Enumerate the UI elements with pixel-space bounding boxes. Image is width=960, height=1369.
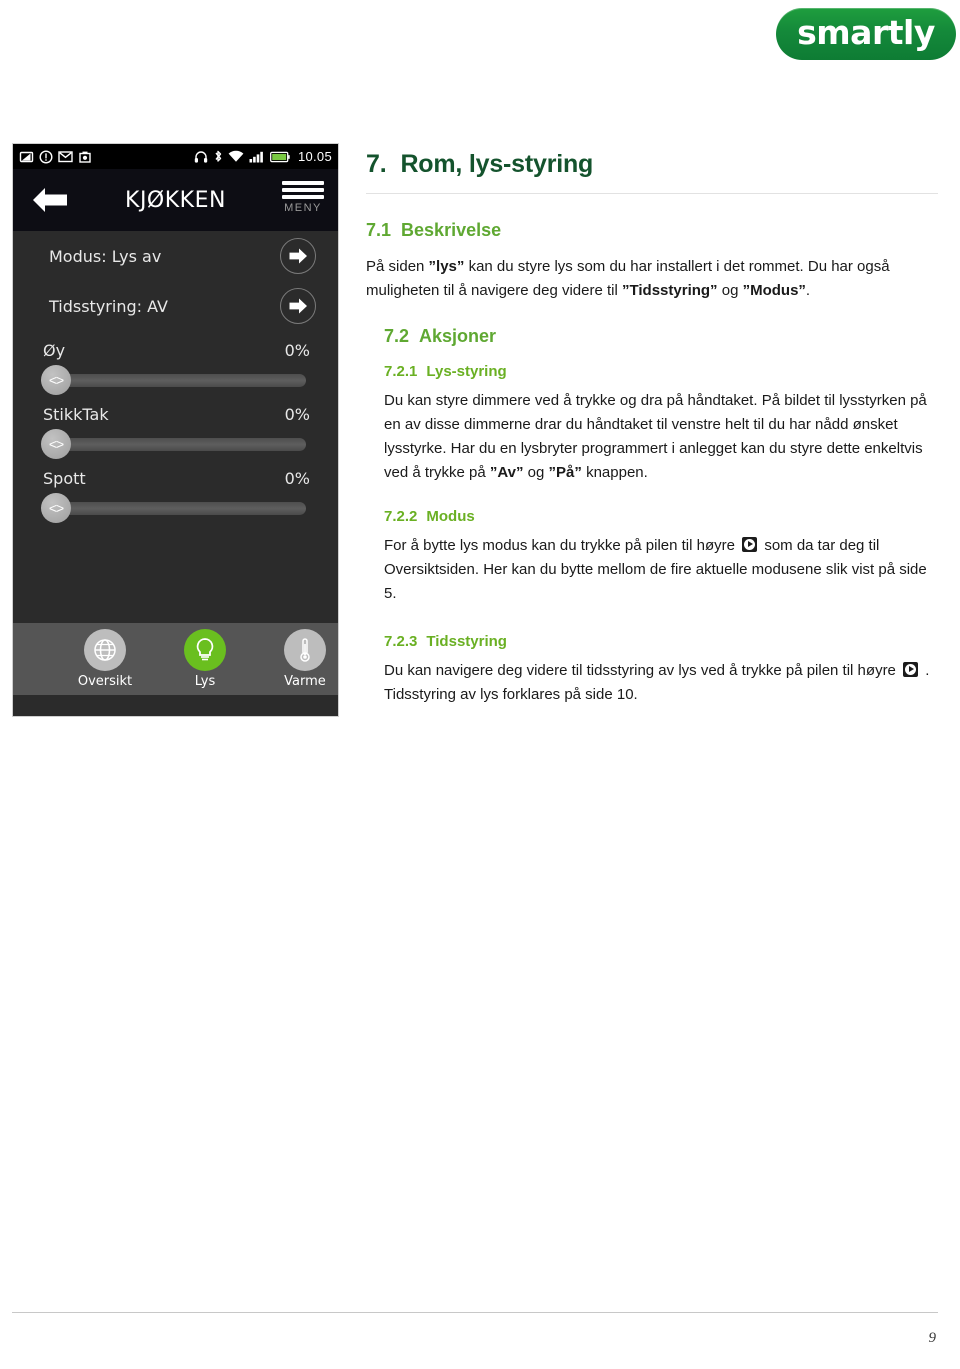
back-arrow-icon bbox=[33, 188, 67, 212]
section-7-2-1-title: Lys-styring bbox=[426, 362, 507, 380]
modus-arrow-button[interactable] bbox=[280, 238, 316, 274]
section-7-2-1: 7.2.1 Lys-styring Du kan styre dimmere ve… bbox=[366, 363, 938, 486]
dimmer-spott-head: Spott 0% bbox=[41, 469, 316, 488]
android-status-bar: 10.05 bbox=[13, 144, 338, 169]
dimmer-spott: Spott 0% <> bbox=[13, 469, 338, 523]
tab-lys[interactable]: Lys bbox=[175, 629, 235, 689]
slider-track[interactable] bbox=[51, 502, 306, 515]
section-7-2-3: 7.2.3 Tidsstyring Du kan navigere deg vid… bbox=[366, 633, 938, 708]
menu-button[interactable]: MENY bbox=[282, 181, 324, 214]
dimmer-stikktak-value: 0% bbox=[284, 405, 310, 424]
nav-row-modus[interactable]: Modus: Lys av bbox=[13, 231, 338, 281]
phone-screenshot: 10.05 KJØKKEN MENY Modus: Lys av Tidssty… bbox=[12, 143, 339, 717]
hamburger-icon-line-3 bbox=[282, 195, 324, 199]
slider-track[interactable] bbox=[51, 374, 306, 387]
warning-icon bbox=[39, 149, 53, 164]
section-7-2-3-body: Du kan navigere deg videre til tidsstyri… bbox=[384, 661, 930, 703]
slider-track[interactable] bbox=[51, 438, 306, 451]
section-7-2-1-heading: 7.2.1 Lys-styring bbox=[384, 363, 938, 380]
dimmer-oy-slider[interactable]: <> bbox=[41, 365, 316, 395]
dimmer-oy: Øy 0% <> bbox=[13, 341, 338, 395]
tidsstyring-arrow-button[interactable] bbox=[280, 288, 316, 324]
footer-divider bbox=[12, 1312, 938, 1313]
section-7-2-3-number: 7.2.3 bbox=[384, 632, 418, 650]
battery-icon bbox=[270, 151, 290, 162]
section-7-2-3-heading: 7.2.3 Tidsstyring bbox=[384, 633, 938, 650]
page-title: 7. Rom, lys-styring bbox=[366, 150, 938, 193]
section-7-2-2-body: For å bytte lys modus kan du trykke på p… bbox=[384, 536, 927, 603]
section-7-2-2-heading: 7.2.2 Modus bbox=[384, 508, 938, 525]
title-divider bbox=[366, 193, 938, 194]
section-7-2-title: Aksjoner bbox=[419, 325, 497, 346]
section-7-2-1-number: 7.2.1 bbox=[384, 362, 418, 380]
tab-varme-label: Varme bbox=[284, 674, 326, 689]
signal-icon bbox=[249, 151, 263, 163]
dimmer-oy-label: Øy bbox=[43, 341, 66, 360]
wifi-icon bbox=[228, 150, 244, 162]
hamburger-icon-line-1 bbox=[282, 181, 324, 185]
section-7-1: 7.1 Beskrivelse På siden ”lys” kan du sty… bbox=[366, 220, 938, 304]
inline-right-arrow-icon bbox=[903, 661, 919, 677]
dimmer-stikktak: StikkTak 0% <> bbox=[13, 405, 338, 459]
globe-icon bbox=[84, 629, 126, 671]
section-7-2-1-body: Du kan styre dimmere ved å trykke og dra… bbox=[384, 391, 927, 482]
hamburger-icon-line-2 bbox=[282, 188, 324, 192]
section-7-2-2: 7.2.2 Modus For å bytte lys modus kan du … bbox=[366, 508, 938, 607]
nav-row-modus-label: Modus: Lys av bbox=[49, 246, 162, 266]
app-header: KJØKKEN MENY bbox=[13, 169, 338, 231]
status-left-icons bbox=[19, 149, 92, 164]
inline-right-arrow-icon bbox=[742, 536, 758, 552]
tab-lys-label: Lys bbox=[194, 674, 216, 689]
page-number: 9 bbox=[928, 1330, 937, 1346]
section-7-1-title: Beskrivelse bbox=[401, 220, 502, 240]
phone-content: Modus: Lys av Tidsstyring: AV Øy 0% <> S… bbox=[13, 231, 338, 623]
thermometer-icon bbox=[284, 629, 326, 671]
mail-icon bbox=[58, 151, 73, 163]
status-right-icons: 10.05 bbox=[194, 149, 332, 164]
section-7-2-number: 7.2 bbox=[384, 325, 410, 346]
tab-varme[interactable]: Varme bbox=[275, 629, 335, 689]
screenshot-icon bbox=[19, 151, 34, 162]
logo-text: smartly bbox=[797, 13, 935, 52]
right-arrow-icon bbox=[289, 298, 307, 314]
slider-thumb[interactable]: <> bbox=[41, 429, 71, 459]
section-7-1-number: 7.1 bbox=[366, 220, 392, 240]
dimmer-spott-slider[interactable]: <> bbox=[41, 493, 316, 523]
nav-row-tidsstyring-label: Tidsstyring: AV bbox=[49, 296, 168, 316]
logo-pill: smartly bbox=[776, 8, 956, 60]
camera-icon bbox=[79, 151, 91, 163]
brand-logo: smartly bbox=[776, 8, 956, 60]
dimmer-spott-value: 0% bbox=[284, 469, 310, 488]
tab-oversikt-label: Oversikt bbox=[77, 674, 133, 689]
bottom-tab-bar: Oversikt Lys Varme bbox=[13, 623, 338, 695]
section-7-2-heading: 7.2 Aksjoner bbox=[384, 326, 938, 347]
dimmer-oy-head: Øy 0% bbox=[41, 341, 316, 360]
section-7-2-2-number: 7.2.2 bbox=[384, 507, 418, 525]
dimmer-stikktak-head: StikkTak 0% bbox=[41, 405, 316, 424]
menu-label: MENY bbox=[284, 202, 322, 214]
page-title-text: Rom, lys-styring bbox=[400, 150, 594, 178]
section-7-2-3-title: Tidsstyring bbox=[426, 632, 507, 650]
dimmer-stikktak-label: StikkTak bbox=[43, 405, 109, 424]
tab-oversikt[interactable]: Oversikt bbox=[75, 629, 135, 689]
dimmer-oy-value: 0% bbox=[284, 341, 310, 360]
section-7-2-2-title: Modus bbox=[426, 507, 475, 525]
document-column: 7. Rom, lys-styring 7.1 Beskrivelse På sid… bbox=[366, 150, 938, 729]
nav-row-tidsstyring[interactable]: Tidsstyring: AV bbox=[13, 281, 338, 331]
bluetooth-icon bbox=[215, 150, 222, 162]
right-arrow-icon bbox=[289, 248, 307, 264]
section-7-1-body: På siden ”lys” kan du styre lys som du h… bbox=[366, 258, 890, 300]
dimmer-spott-label: Spott bbox=[43, 469, 86, 488]
slider-thumb[interactable]: <> bbox=[41, 365, 71, 395]
status-time: 10.05 bbox=[297, 149, 332, 164]
dimmer-stikktak-slider[interactable]: <> bbox=[41, 429, 316, 459]
section-7-1-heading: 7.1 Beskrivelse bbox=[366, 220, 938, 241]
lightbulb-icon bbox=[184, 629, 226, 671]
page-title-number: 7. bbox=[366, 150, 387, 178]
section-7-2: 7.2 Aksjoner bbox=[366, 326, 938, 347]
headset-icon bbox=[194, 150, 208, 163]
back-button[interactable] bbox=[31, 183, 69, 217]
slider-thumb[interactable]: <> bbox=[41, 493, 71, 523]
